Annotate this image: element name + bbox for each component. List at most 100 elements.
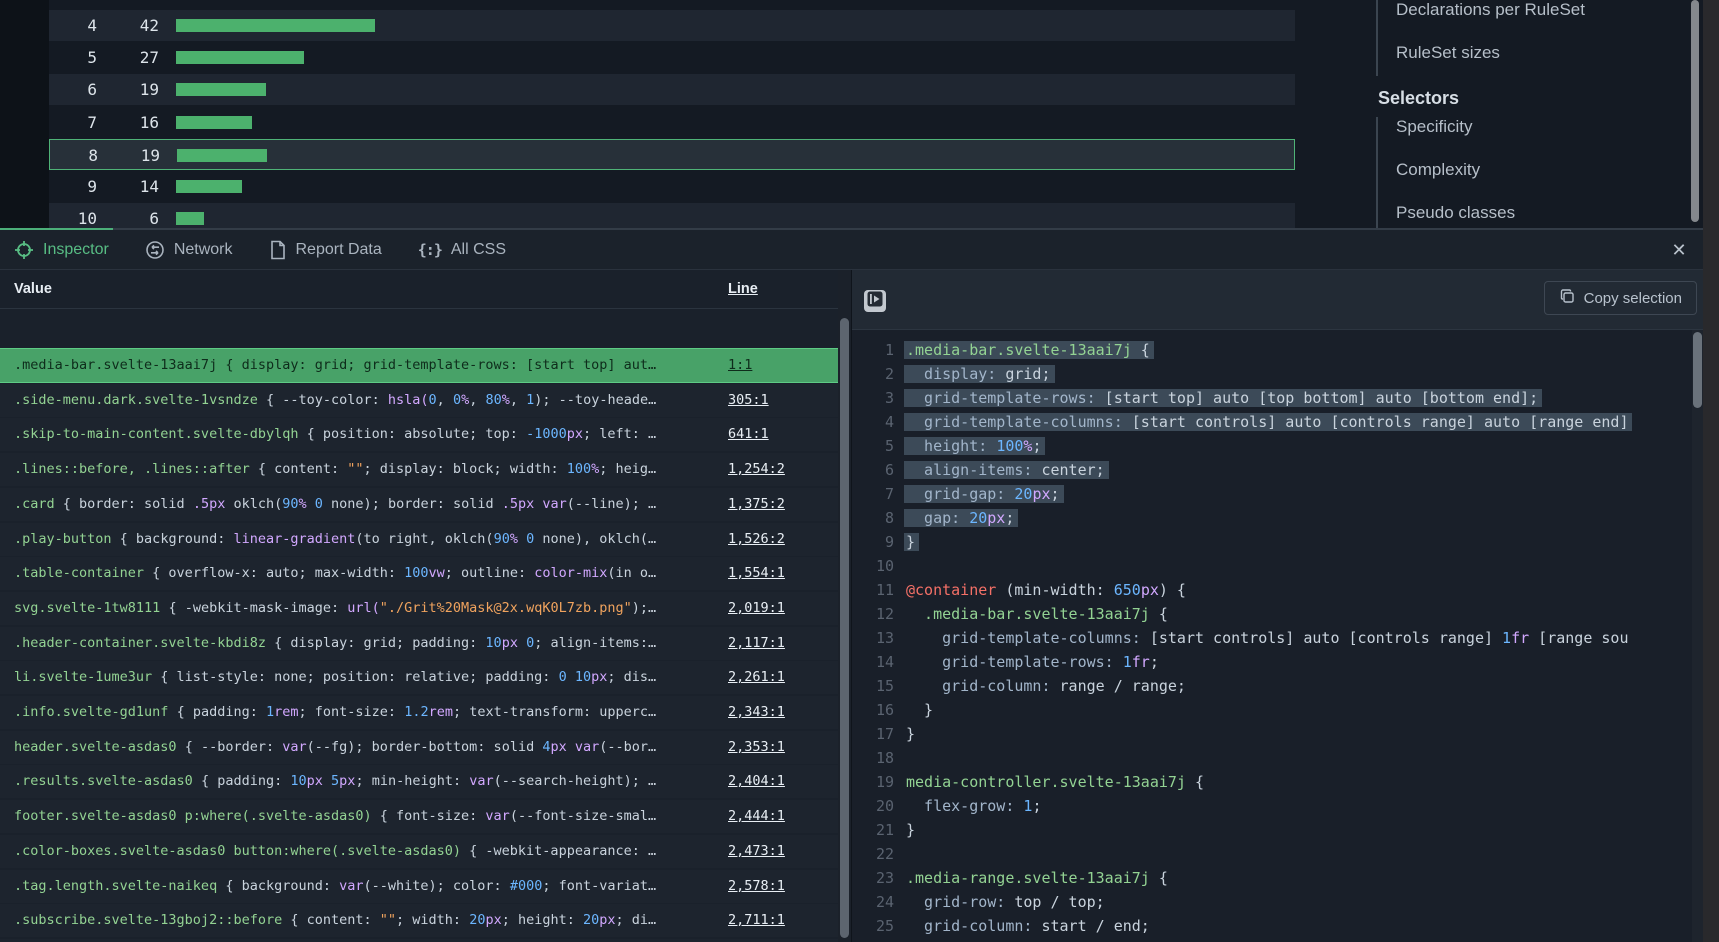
rule-value: .side-menu.dark.svelte-1vsndze { --toy-c… <box>14 384 714 417</box>
code-token: [start top] auto [top bottom] auto [bott… <box>1096 389 1539 407</box>
code-token: px <box>1141 581 1159 599</box>
line-link[interactable]: 641:1 <box>728 426 769 442</box>
line-link[interactable]: 2,404:1 <box>728 773 785 789</box>
chart-row-5[interactable]: 527 <box>49 42 1295 73</box>
code-token: .lines::before, .lines::after <box>14 461 250 477</box>
code-token: "" <box>380 912 396 928</box>
code-token: ; min-height: <box>355 773 469 789</box>
code-text: } <box>906 725 915 743</box>
code-token: footer.svelte-asdas0 p:where(.svelte-asd… <box>14 808 372 824</box>
code-text: grid-row: top / top; <box>906 893 1105 911</box>
line-link[interactable]: 2,444:1 <box>728 808 785 824</box>
table-scrollbar[interactable] <box>838 270 851 942</box>
line-number: 14 <box>852 650 894 674</box>
tab-report-data[interactable]: Report Data <box>269 240 382 260</box>
line-number: 21 <box>852 818 894 842</box>
expand-panel-button[interactable] <box>864 290 886 312</box>
line-link[interactable]: 305:1 <box>728 392 769 408</box>
line-link[interactable]: 2,473:1 <box>728 843 785 859</box>
table-row[interactable]: li.svelte-1ume3ur { list-style: none; po… <box>0 661 838 694</box>
nav-item-ruleset-sizes[interactable]: RuleSet sizes <box>1396 43 1585 63</box>
code-token: fr <box>1511 629 1529 647</box>
table-row[interactable]: .tag.length.svelte-naikeq { background: … <box>0 870 838 903</box>
code-line-5: 5 height: 100%; <box>852 434 1041 458</box>
tab-inspector[interactable]: Inspector <box>14 240 109 260</box>
table-row[interactable]: footer.svelte-asdas0 p:where(.svelte-asd… <box>0 800 838 833</box>
line-number: 10 <box>852 554 894 578</box>
page-scrollbar-thumb[interactable] <box>1691 0 1699 222</box>
line-link[interactable]: 2,343:1 <box>728 704 785 720</box>
table-row[interactable]: .info.svelte-gd1unf { padding: 1rem; fon… <box>0 696 838 729</box>
line-link[interactable]: 2,353:1 <box>728 739 785 755</box>
line-link[interactable]: 1,375:2 <box>728 496 785 512</box>
code-token <box>567 739 575 755</box>
table-row[interactable]: .skip-to-main-content.svelte-dbylqh { po… <box>0 418 838 451</box>
table-row[interactable]: .table-container { overflow-x: auto; max… <box>0 557 838 590</box>
code-token: -1000 <box>526 426 567 442</box>
code-panel: Copy selection 1.media-bar.svelte-13aai7… <box>851 270 1703 942</box>
chart-row-10[interactable]: 106 <box>49 203 1295 228</box>
copy-selection-button[interactable]: Copy selection <box>1544 281 1697 315</box>
line-cell: 2,019:1 <box>728 592 785 625</box>
line-link[interactable]: 2,711:1 <box>728 912 785 928</box>
code-line-13: 13 grid-template-columns: [start control… <box>852 626 1628 650</box>
line-link[interactable]: 1,526:2 <box>728 531 785 547</box>
chart-row-9[interactable]: 914 <box>49 171 1295 202</box>
code-token: { -webkit-appearance: … <box>461 843 656 859</box>
code-token: 0 <box>315 496 323 512</box>
column-header-line[interactable]: Line <box>728 281 758 297</box>
table-scrollbar-thumb[interactable] <box>840 318 849 938</box>
code-token: { -webkit-mask-image: <box>160 600 347 616</box>
code-token: 80 <box>485 392 501 408</box>
nav-item-pseudo-classes[interactable]: Pseudo classes <box>1396 203 1515 223</box>
code-scrollbar[interactable] <box>1692 330 1703 942</box>
table-row[interactable]: .card { border: solid .5px oklch(90% 0 n… <box>0 488 838 521</box>
chart-row-6[interactable]: 619 <box>49 74 1295 105</box>
code-scrollbar-thumb[interactable] <box>1693 332 1702 408</box>
chart-row-4[interactable]: 442 <box>49 10 1295 41</box>
code-token: px <box>339 773 355 789</box>
table-row[interactable]: .lines::before, .lines::after { content:… <box>0 453 838 486</box>
code-panel-header: Copy selection <box>852 270 1703 330</box>
chart-row-8[interactable]: 819 <box>49 139 1295 170</box>
code-token: { --border: <box>177 739 283 755</box>
tab-all-css[interactable]: {:} All CSS <box>418 241 506 259</box>
tab-network[interactable]: Network <box>145 240 233 260</box>
table-row[interactable]: .side-menu.dark.svelte-1vsndze { --toy-c… <box>0 384 838 417</box>
table-row[interactable]: .play-button { background: linear-gradie… <box>0 523 838 556</box>
code-token: .skip-to-main-content.svelte-dbylqh <box>14 426 298 442</box>
line-link[interactable]: 1:1 <box>728 357 752 373</box>
line-link[interactable]: 2,578:1 <box>728 878 785 894</box>
rule-value: svg.svelte-1tw8111 { -webkit-mask-image:… <box>14 592 714 625</box>
code-token: % <box>461 392 469 408</box>
line-link[interactable]: 2,261:1 <box>728 669 785 685</box>
table-row[interactable]: .media-bar.svelte-13aai7j { display: gri… <box>0 349 838 382</box>
table-row[interactable]: .subscribe.svelte-13gboj2::before { cont… <box>0 904 838 937</box>
code-token: align-items: <box>906 461 1032 479</box>
close-icon[interactable]: ✕ <box>1667 238 1691 262</box>
table-row[interactable]: .header-container.svelte-kbdi8z { displa… <box>0 627 838 660</box>
code-line-22: 22 <box>852 842 906 866</box>
code-token: grid-template-rows: <box>906 653 1114 671</box>
nav-item-declarations-per-ruleset[interactable]: Declarations per RuleSet <box>1396 0 1585 20</box>
table-row[interactable]: .color-boxes.svelte-asdas0 button:where(… <box>0 835 838 868</box>
table-row[interactable]: svg.svelte-1tw8111 { -webkit-mask-image:… <box>0 592 838 625</box>
code-token: "" <box>347 461 363 477</box>
table-row[interactable]: .results.svelte-asdas0 { padding: 10px 5… <box>0 765 838 798</box>
code-token: (--line); … <box>567 496 656 512</box>
line-cell: 1:1 <box>728 349 752 382</box>
rule-value: .subscribe.svelte-13gboj2::before { cont… <box>14 904 714 937</box>
code-view[interactable]: 1.media-bar.svelte-13aai7j {2 display: g… <box>852 330 1692 942</box>
nav-item-complexity[interactable]: Complexity <box>1396 160 1515 180</box>
chart-row-7[interactable]: 716 <box>49 107 1295 138</box>
code-token: .tag.length.svelte-naikeq <box>14 878 217 894</box>
nav-item-specificity[interactable]: Specificity <box>1396 117 1515 137</box>
line-link[interactable]: 2,117:1 <box>728 635 785 651</box>
table-row[interactable]: header.svelte-asdas0 { --border: var(--f… <box>0 731 838 764</box>
code-token: grid-template-columns: <box>906 413 1123 431</box>
line-cell: 2,711:1 <box>728 904 785 937</box>
line-link[interactable]: 1,554:1 <box>728 565 785 581</box>
line-link[interactable]: 1,254:2 <box>728 461 785 477</box>
line-link[interactable]: 2,019:1 <box>728 600 785 616</box>
code-token: 20 <box>969 509 987 527</box>
